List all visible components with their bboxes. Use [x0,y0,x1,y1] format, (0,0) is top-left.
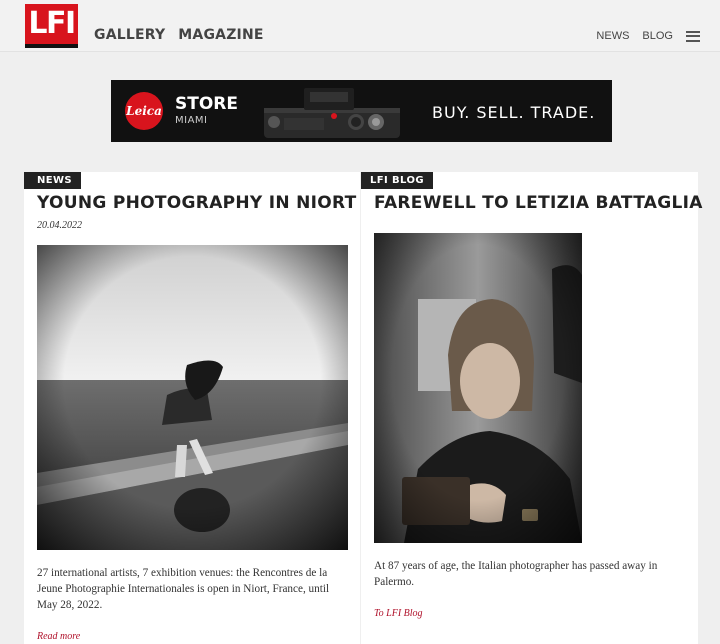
article-card-letizia-battaglia: LFI BLOG FAREWELL TO LETIZIA BATTAGLIA A… [361,172,702,644]
article-card-young-photography: NEWS YOUNG PHOTOGRAPHY IN NIORT 20.04.20… [24,172,360,644]
camera-icon [264,88,400,138]
article-photo[interactable] [37,245,348,550]
site-header: LFI GALLERY MAGAZINE NEWS BLOG [0,0,720,52]
article-excerpt: At 87 years of age, the Italian photogra… [374,560,658,589]
category-label-lfi-blog[interactable]: LFI BLOG [361,172,433,189]
lfi-logo[interactable]: LFI [25,4,78,48]
nav-magazine[interactable]: MAGAZINE [178,27,263,43]
read-more-link[interactable]: Read more [37,631,80,642]
nav-news[interactable]: NEWS [596,30,629,42]
blog-link[interactable]: To LFI Blog [374,608,423,619]
banner-subtitle: MIAMI [175,115,208,126]
nav-gallery[interactable]: GALLERY [94,27,165,43]
article-title[interactable]: FAREWELL TO LETIZIA BATTAGLIA [374,193,703,213]
banner-tagline: BUY. SELL. TRADE. [432,103,596,122]
secondary-nav: NEWS BLOG [596,30,700,42]
logo-text: LFI [28,6,76,41]
hamburger-menu-icon[interactable] [686,30,700,42]
article-photo[interactable] [374,233,582,543]
nav-blog[interactable]: BLOG [642,30,673,42]
main-nav: GALLERY MAGAZINE [94,27,264,43]
article-title[interactable]: YOUNG PHOTOGRAPHY IN NIORT [37,193,357,213]
leica-logo-icon: Leica [125,92,163,130]
article-date: 20.04.2022 [37,220,82,231]
article-excerpt: 27 international artists, 7 exhibition v… [37,567,330,612]
leica-store-banner[interactable]: Leica STORE MIAMI BUY. SELL. TRADE. [111,80,612,142]
category-label-news[interactable]: NEWS [24,172,82,189]
banner-title: STORE [175,94,238,114]
